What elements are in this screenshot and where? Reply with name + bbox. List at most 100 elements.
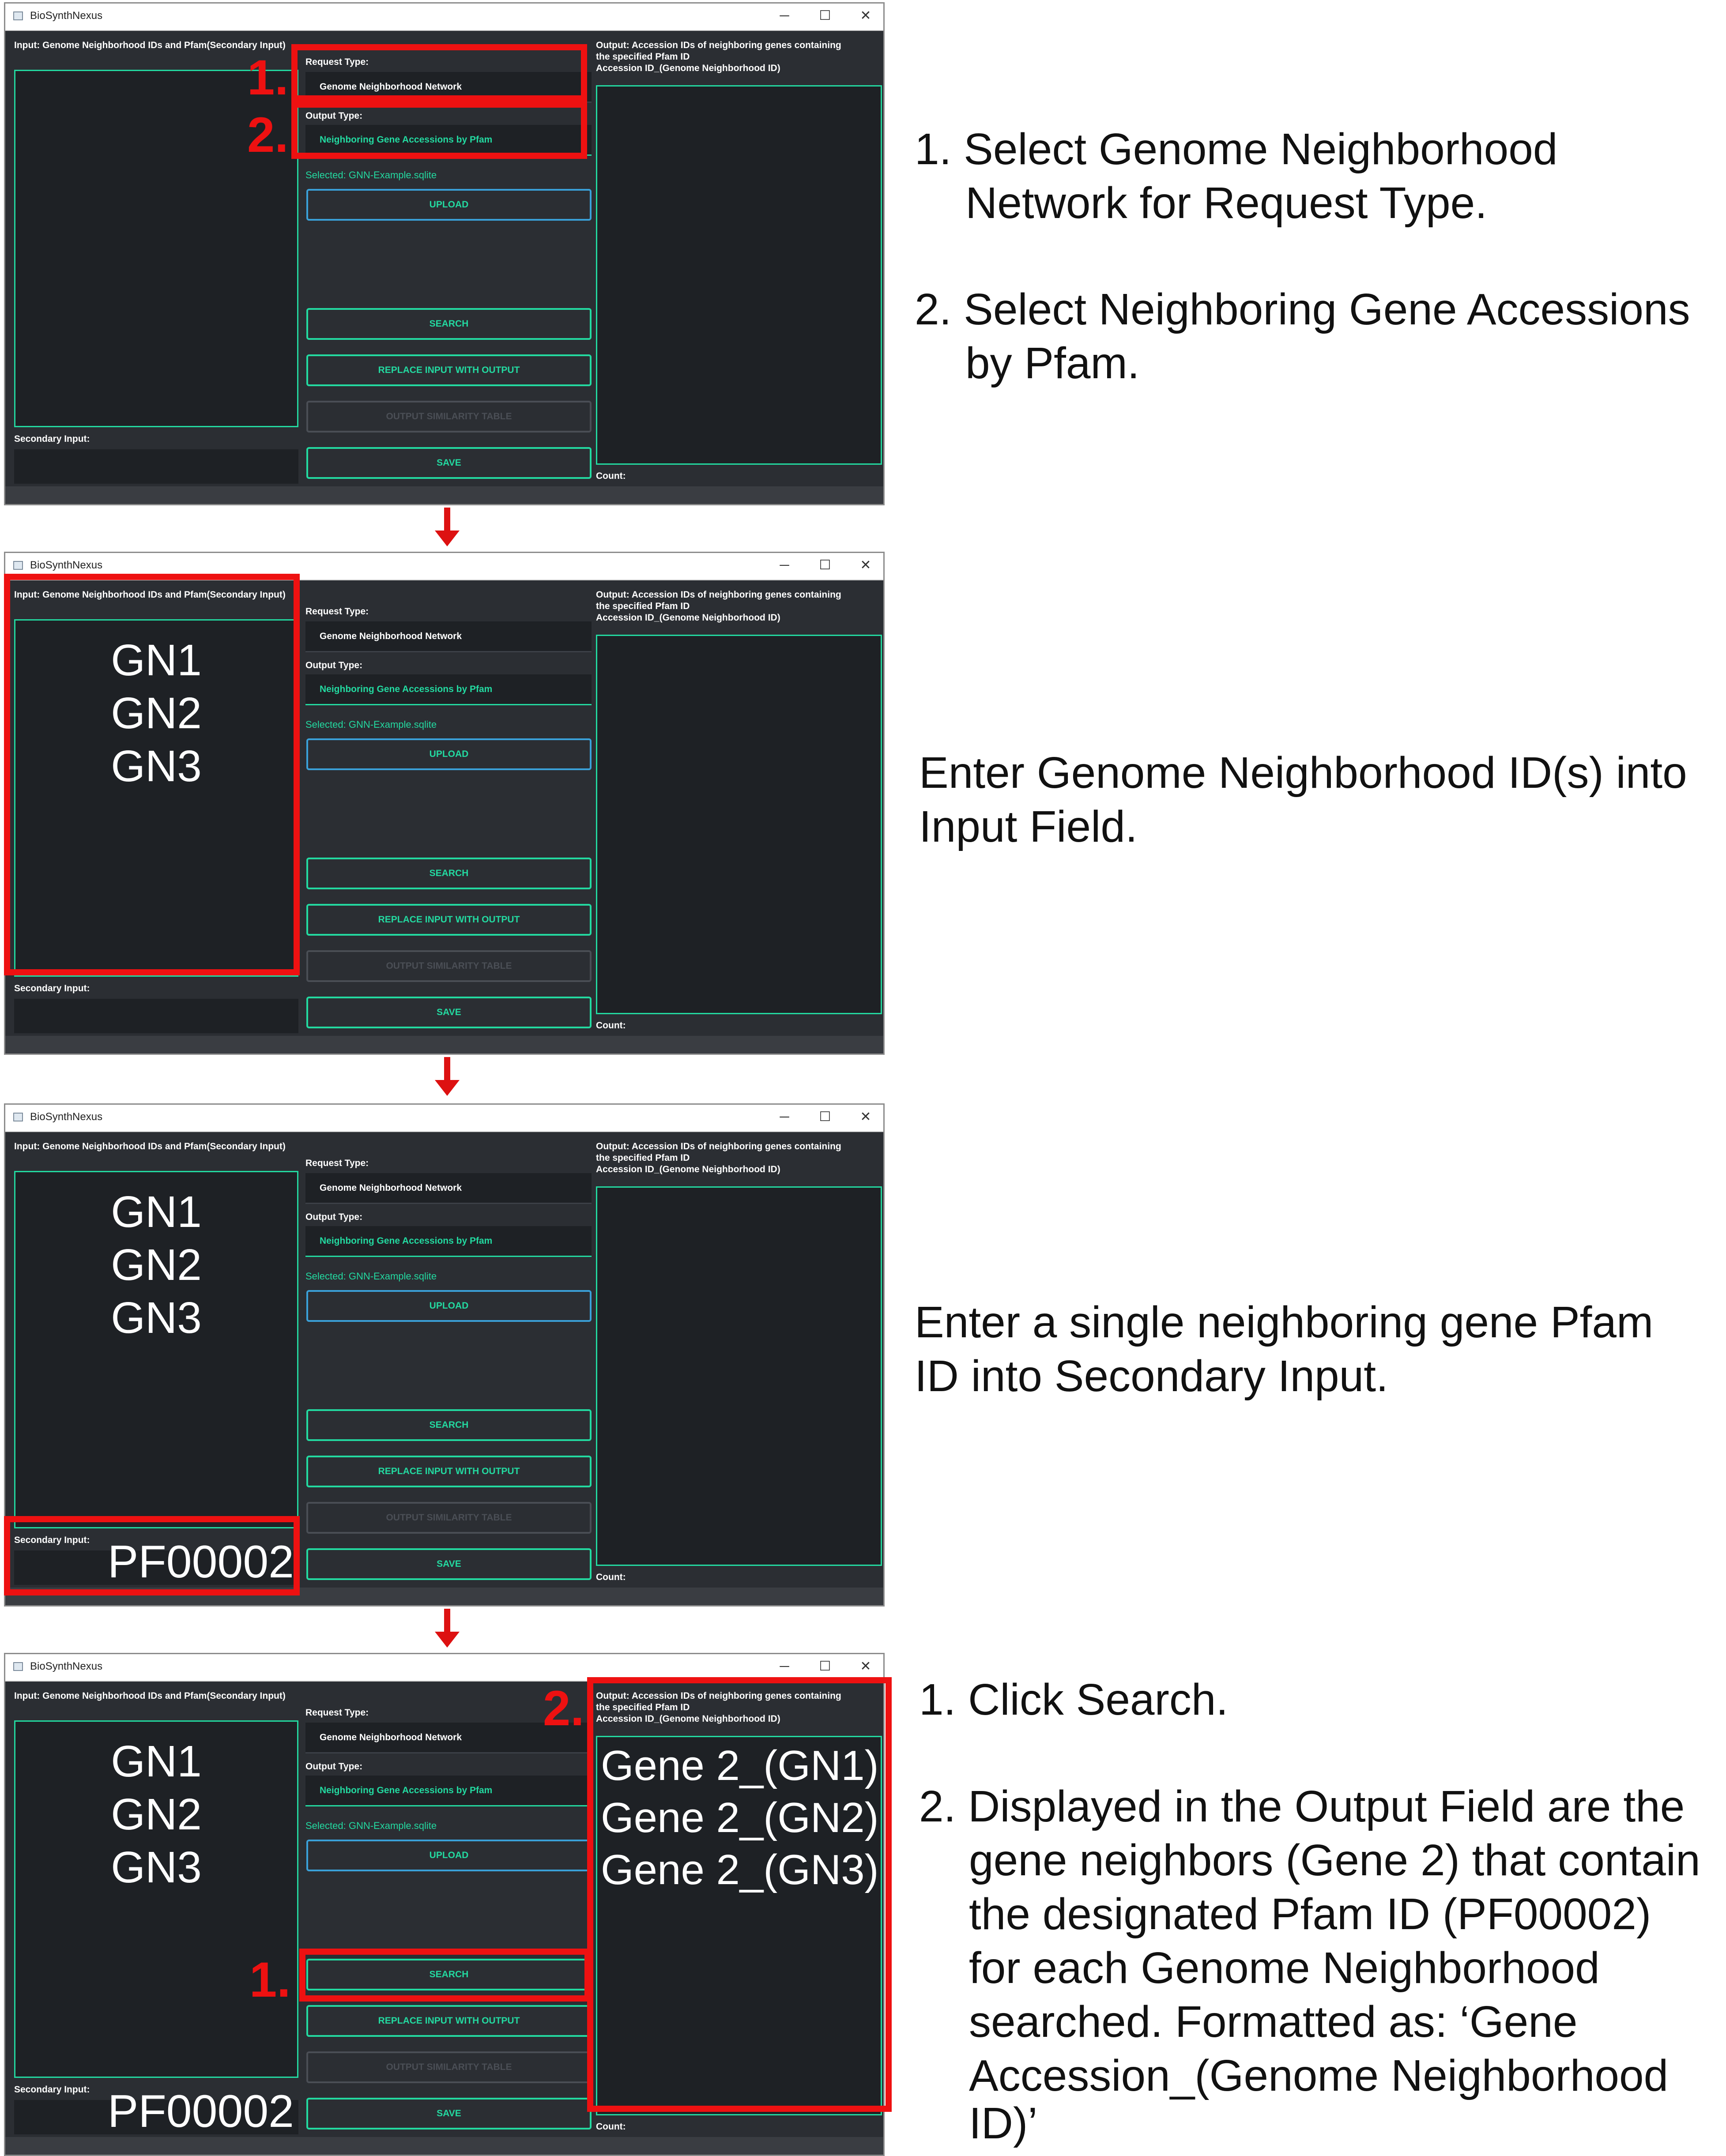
- output-similarity-button[interactable]: OUTPUT SIMILARITY TABLE: [306, 950, 592, 982]
- close-icon[interactable]: ✕: [855, 556, 876, 575]
- secondary-input-label: Secondary Input:: [14, 434, 90, 444]
- minimize-icon[interactable]: ─: [774, 556, 795, 575]
- instruction-3-line2: ID into Secondary Input.: [915, 1351, 1388, 1401]
- maximize-icon[interactable]: ☐: [814, 1107, 836, 1127]
- secondary-input-field[interactable]: [14, 449, 298, 484]
- maximize-icon[interactable]: ☐: [814, 556, 836, 575]
- step-marker-1: 1.: [249, 1952, 291, 2007]
- maximize-icon[interactable]: ☐: [814, 1657, 836, 1676]
- output-type-label: Output Type:: [305, 1761, 363, 1772]
- minimize-icon[interactable]: ─: [774, 1107, 795, 1127]
- replace-input-button[interactable]: REPLACE INPUT WITH OUTPUT: [306, 1456, 592, 1487]
- instruction-4b-line4: for each Genome Neighborhood: [969, 1943, 1600, 1993]
- output-field[interactable]: [596, 85, 882, 465]
- status-bar: [5, 486, 883, 504]
- output-type-select[interactable]: Neighboring Gene Accessions by Pfam: [305, 1776, 592, 1806]
- close-icon[interactable]: ✕: [855, 1107, 876, 1127]
- highlight-secondary-input: [4, 1516, 300, 1595]
- search-button[interactable]: SEARCH: [306, 858, 592, 889]
- replace-input-button[interactable]: REPLACE INPUT WITH OUTPUT: [306, 2005, 592, 2037]
- output-label-line2: the specified Pfam ID: [596, 1153, 690, 1163]
- upload-button[interactable]: UPLOAD: [306, 189, 592, 221]
- window-title: BioSynthNexus: [30, 10, 103, 22]
- secondary-input-value: PF00002: [107, 2086, 294, 2137]
- output-similarity-button[interactable]: OUTPUT SIMILARITY TABLE: [306, 1502, 592, 1534]
- input-id: GN3: [111, 1293, 202, 1343]
- output-type-value: Neighboring Gene Accessions by Pfam: [320, 684, 493, 694]
- instruction-4b-line1: 2. Displayed in the Output Field are the: [919, 1782, 1685, 1831]
- request-type-select[interactable]: Genome Neighborhood Network: [305, 1173, 592, 1204]
- highlight-search-button: [299, 1949, 591, 2002]
- output-label-line2: the specified Pfam ID: [596, 601, 690, 611]
- app-icon: [13, 1662, 23, 1671]
- save-button[interactable]: SAVE: [306, 2098, 592, 2130]
- app-icon: [13, 561, 23, 570]
- search-button[interactable]: SEARCH: [306, 1409, 592, 1441]
- step-marker-1: 1.: [247, 50, 289, 105]
- output-label-line3: Accession ID_(Genome Neighborhood ID): [596, 63, 780, 73]
- output-label-line3: Accession ID_(Genome Neighborhood ID): [596, 613, 780, 623]
- output-label-line3: Accession ID_(Genome Neighborhood ID): [596, 1164, 780, 1174]
- arrow-2-head: [435, 1080, 460, 1096]
- minimize-icon[interactable]: ─: [774, 6, 795, 26]
- arrow-3-line: [444, 1609, 450, 1633]
- count-label: Count:: [596, 1572, 626, 1582]
- selected-file-text: Selected: GNN-Example.sqlite: [305, 1820, 437, 1831]
- output-type-value: Neighboring Gene Accessions by Pfam: [320, 1236, 493, 1246]
- output-label-line2: the specified Pfam ID: [596, 52, 690, 62]
- replace-input-button[interactable]: REPLACE INPUT WITH OUTPUT: [306, 354, 592, 386]
- upload-button[interactable]: UPLOAD: [306, 738, 592, 770]
- selected-file-text: Selected: GNN-Example.sqlite: [305, 719, 437, 730]
- instruction-1b-line1: 2. Select Neighboring Gene Accessions: [915, 285, 1690, 334]
- selected-file-text: Selected: GNN-Example.sqlite: [305, 1271, 437, 1282]
- secondary-input-label: Secondary Input:: [14, 2085, 90, 2095]
- app-icon: [13, 1113, 23, 1121]
- maximize-icon[interactable]: ☐: [814, 6, 836, 26]
- input-id: GN2: [111, 1790, 202, 1839]
- request-type-value: Genome Neighborhood Network: [320, 1732, 462, 1742]
- input-id: GN1: [111, 1737, 202, 1786]
- output-label-line1: Output: Accession IDs of neighboring gen…: [596, 1141, 841, 1151]
- secondary-input-field[interactable]: [14, 999, 298, 1033]
- replace-input-button[interactable]: REPLACE INPUT WITH OUTPUT: [306, 904, 592, 936]
- secondary-input-field[interactable]: PF00002: [14, 2088, 298, 2134]
- step-marker-2: 2.: [543, 1681, 584, 1736]
- highlight-output-field: [587, 1677, 892, 2112]
- output-similarity-button[interactable]: OUTPUT SIMILARITY TABLE: [306, 2051, 592, 2083]
- request-type-select[interactable]: Genome Neighborhood Network: [305, 621, 592, 652]
- output-type-select[interactable]: Neighboring Gene Accessions by Pfam: [305, 674, 592, 705]
- instruction-4b-line3: the designated Pfam ID (PF00002): [969, 1889, 1651, 1939]
- output-type-select[interactable]: Neighboring Gene Accessions by Pfam: [305, 1226, 592, 1257]
- request-type-label: Request Type:: [305, 1708, 369, 1718]
- save-button[interactable]: SAVE: [306, 997, 592, 1028]
- output-field[interactable]: [596, 635, 882, 1014]
- instruction-1a-line1: 1. Select Genome Neighborhood: [915, 124, 1558, 174]
- arrow-2-line: [444, 1057, 450, 1081]
- count-label: Count:: [596, 2122, 626, 2132]
- output-field[interactable]: [596, 1186, 882, 1566]
- output-label-line1: Output: Accession IDs of neighboring gen…: [596, 40, 841, 50]
- input-id: GN3: [111, 1843, 202, 1892]
- highlight-input-field: [4, 574, 300, 975]
- input-field[interactable]: GN1 GN2 GN3: [14, 1171, 298, 1528]
- instruction-2-line1: Enter Genome Neighborhood ID(s) into: [919, 748, 1687, 798]
- instruction-3-line1: Enter a single neighboring gene Pfam: [915, 1298, 1654, 1347]
- upload-button[interactable]: UPLOAD: [306, 1840, 592, 1871]
- input-field[interactable]: GN1 GN2 GN3: [14, 1720, 298, 2078]
- instruction-1b-line2: by Pfam.: [965, 339, 1140, 388]
- status-bar: [5, 1036, 883, 1054]
- close-icon[interactable]: ✕: [855, 6, 876, 26]
- save-button[interactable]: SAVE: [306, 447, 592, 479]
- arrow-3-head: [435, 1632, 460, 1648]
- close-icon[interactable]: ✕: [855, 1657, 876, 1676]
- window-title: BioSynthNexus: [30, 559, 103, 571]
- save-button[interactable]: SAVE: [306, 1548, 592, 1580]
- output-type-label: Output Type:: [305, 1212, 363, 1222]
- minimize-icon[interactable]: ─: [774, 1657, 795, 1676]
- output-similarity-button[interactable]: OUTPUT SIMILARITY TABLE: [306, 401, 592, 433]
- arrow-1-head: [435, 531, 460, 546]
- upload-button[interactable]: UPLOAD: [306, 1290, 592, 1322]
- search-button[interactable]: SEARCH: [306, 308, 592, 340]
- status-bar: [5, 2137, 883, 2155]
- input-id: GN1: [111, 1187, 202, 1237]
